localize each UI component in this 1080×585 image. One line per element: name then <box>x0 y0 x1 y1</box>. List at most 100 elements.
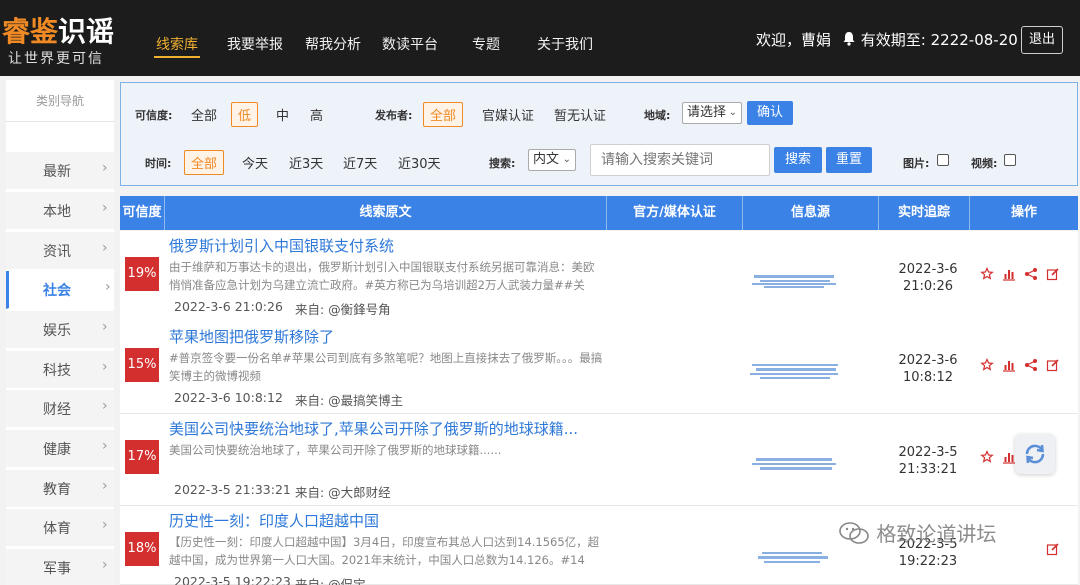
time-option-3days[interactable]: 近3天 <box>283 151 329 174</box>
confirm-button[interactable]: 确认 <box>747 101 793 125</box>
clue-source: 来自: @最搞笑博主 <box>295 393 404 408</box>
image-label: 图片: <box>903 157 930 170</box>
column-header-credibility: 可信度 <box>120 196 165 230</box>
edit-icon[interactable] <box>1046 542 1060 556</box>
sidebar-item-tech[interactable]: 科技 › <box>6 351 114 389</box>
clue-title-link[interactable]: 俄罗斯计划引入中国银联支付系统 <box>169 235 394 256</box>
validity-text: 有效期至: 2222-08-20 <box>860 31 1018 49</box>
time-label: 时间: <box>145 157 172 170</box>
tracking-clock: 21:33:21 <box>898 462 958 477</box>
nav-clue-library[interactable]: 线索库 <box>156 34 198 54</box>
blurred-source-image <box>758 552 828 563</box>
logout-button[interactable]: 退出 <box>1021 26 1063 54</box>
sidebar-item-latest[interactable]: 最新 › <box>6 152 114 190</box>
time-option-today[interactable]: 今天 <box>236 151 274 174</box>
refresh-button[interactable] <box>1015 434 1055 474</box>
star-icon[interactable] <box>980 358 994 372</box>
row-actions <box>980 358 1070 376</box>
column-header-source: 信息源 <box>743 196 879 230</box>
table-row: 15% 苹果地图把俄罗斯移除了 #普京签令要一份名单#苹果公司到底有多煞笔呢？地… <box>120 322 1078 414</box>
sidebar-item-health[interactable]: 健康 › <box>6 430 114 468</box>
sidebar-item-label: 教育 <box>43 482 71 498</box>
reset-button[interactable]: 重置 <box>826 147 872 173</box>
video-checkbox[interactable] <box>1004 154 1016 166</box>
sidebar-item-sports[interactable]: 体育 › <box>6 509 114 547</box>
blurred-source-image <box>750 364 838 379</box>
share-icon[interactable] <box>1024 267 1038 281</box>
publisher-option-all[interactable]: 全部 <box>423 102 464 127</box>
time-option-30days[interactable]: 近30天 <box>392 151 447 174</box>
sidebar-item-education[interactable]: 教育 › <box>6 470 114 508</box>
bar-chart-icon[interactable] <box>1002 450 1016 464</box>
bar-chart-icon[interactable] <box>1002 267 1016 281</box>
tracking-date: 2022-3-6 <box>898 262 958 277</box>
table-header: 可信度 线索原文 官方/媒体认证 信息源 实时追踪 操作 <box>120 196 1078 230</box>
edit-icon[interactable] <box>1046 358 1060 372</box>
tracking-date: 2022-3-6 <box>898 353 958 368</box>
image-checkbox[interactable] <box>937 154 949 166</box>
logo-name-part-a: 睿鉴 <box>2 15 59 48</box>
validity-info: 有效期至: 2222-08-20 <box>842 29 1018 50</box>
share-icon[interactable] <box>1024 358 1038 372</box>
search-button[interactable]: 搜索 <box>774 147 822 173</box>
clue-description: #普京签令要一份名单#苹果公司到底有多煞笔呢？地图上直接抹去了俄罗斯。。。最搞笑… <box>169 351 603 383</box>
sidebar-item-local[interactable]: 本地 › <box>6 192 114 230</box>
edit-icon[interactable] <box>1046 267 1060 281</box>
sidebar-title: 类别导航 <box>6 80 114 122</box>
refresh-icon <box>1025 444 1045 464</box>
search-input[interactable] <box>590 144 770 176</box>
credibility-option-all[interactable]: 全部 <box>185 103 223 126</box>
sidebar-item-finance[interactable]: 财经 › <box>6 390 114 428</box>
table-row: 19% 俄罗斯计划引入中国银联支付系统 由于维萨和万事达卡的退出，俄罗斯计划引入… <box>120 231 1078 323</box>
sidebar-item-entertainment[interactable]: 娱乐 › <box>6 311 114 349</box>
credibility-option-high[interactable]: 高 <box>304 103 329 126</box>
credibility-badge: 18% <box>125 532 159 566</box>
time-option-all[interactable]: 全部 <box>184 150 225 175</box>
publisher-label: 发布者: <box>375 109 413 122</box>
sidebar-item-society[interactable]: 社会 › <box>6 271 114 309</box>
chevron-right-icon: › <box>102 359 108 375</box>
watermark-text: 格致论道讲坛 <box>876 522 997 546</box>
clue-title-link[interactable]: 历史性一刻：印度人口超越中国 <box>169 510 379 531</box>
publisher-option-unverified[interactable]: 暂无认证 <box>548 103 612 126</box>
time-option-7days[interactable]: 近7天 <box>337 151 383 174</box>
credibility-option-medium[interactable]: 中 <box>270 103 295 126</box>
chevron-down-icon: ⌄ <box>728 107 737 118</box>
sidebar-item-label: 科技 <box>43 363 71 379</box>
clue-source: 来自: @大郎财经 <box>295 485 391 500</box>
star-icon[interactable] <box>980 267 994 281</box>
watermark: 格致论道讲坛 <box>838 518 996 547</box>
nav-topics[interactable]: 专题 <box>472 34 500 54</box>
sidebar-item-label: 最新 <box>43 164 71 180</box>
search-field-select[interactable]: 内文 ⌄ <box>528 149 576 171</box>
star-icon[interactable] <box>980 450 994 464</box>
sidebar-item-news[interactable]: 资讯 › <box>6 232 114 270</box>
nav-data-platform[interactable]: 数读平台 <box>382 34 438 54</box>
region-select[interactable]: 请选择 ⌄ <box>682 102 742 124</box>
clue-title-link[interactable]: 苹果地图把俄罗斯移除了 <box>169 326 334 347</box>
user-greeting: 欢迎，曹娟 <box>756 31 832 49</box>
row-actions <box>980 267 1070 285</box>
nav-about[interactable]: 关于我们 <box>537 34 593 54</box>
logo-name: 睿鉴识谣 <box>2 10 114 50</box>
tracking-date: 2022-3-5 <box>898 445 958 460</box>
clue-description: 由于维萨和万事达卡的退出，俄罗斯计划引入中国银联支付系统另据可靠消息：美欧悄悄准… <box>169 260 595 292</box>
chevron-right-icon: › <box>102 517 108 533</box>
sidebar-item-label: 财经 <box>43 402 71 418</box>
bar-chart-icon[interactable] <box>1002 358 1016 372</box>
category-sidebar: 类别导航 最新 › 本地 › 资讯 › 社会 › 娱乐 › 科技 › 财经 › 健康 › 教育 ›… <box>6 80 114 585</box>
logo[interactable]: 睿鉴识谣 让世界更可信 <box>0 6 118 72</box>
credibility-option-low[interactable]: 低 <box>231 102 259 127</box>
chevron-right-icon: › <box>102 398 108 414</box>
nav-report[interactable]: 我要举报 <box>227 34 283 54</box>
search-label: 搜索: <box>489 157 516 170</box>
publisher-option-official[interactable]: 官媒认证 <box>476 103 540 126</box>
clue-title-link[interactable]: 美国公司快要统治地球了,苹果公司开除了俄罗斯的地球球籍... <box>169 418 578 439</box>
filter-panel: 可信度: 全部 低 中 高 发布者: 全部 官媒认证 暂无认证 地域: 请选择 ⌄… <box>120 82 1078 186</box>
tracking-clock: 10:8:12 <box>902 370 954 385</box>
region-label: 地域: <box>644 109 671 122</box>
sidebar-item-label: 资讯 <box>43 244 71 260</box>
column-header-actions: 操作 <box>1010 205 1037 220</box>
sidebar-item-military[interactable]: 军事 › <box>6 549 114 585</box>
nav-analyze[interactable]: 帮我分析 <box>305 34 361 54</box>
